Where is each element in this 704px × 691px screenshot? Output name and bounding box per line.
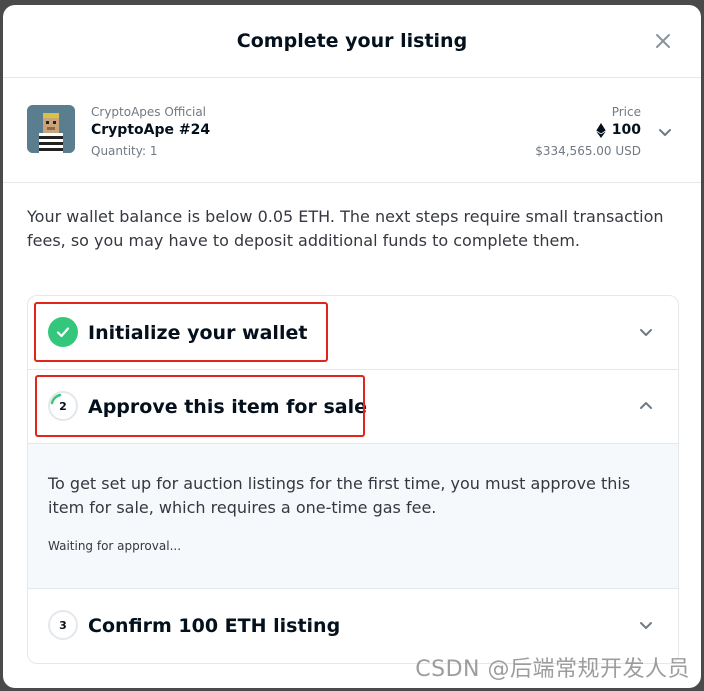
close-icon (656, 34, 670, 48)
collection-name[interactable]: CryptoApes Official (91, 105, 206, 119)
progress-spinner-icon (50, 393, 62, 405)
chevron-down-icon (659, 129, 671, 136)
item-quantity: Quantity: 1 (91, 144, 158, 158)
step-approve-item[interactable]: 2 Approve this item for sale (28, 370, 678, 444)
eth-icon (596, 122, 606, 138)
chevron-up-icon (640, 402, 652, 409)
chevron-down-icon (640, 329, 652, 336)
step-label: Confirm 100 ETH listing (88, 614, 341, 637)
listing-steps: Initialize your wallet 2 Approve this it… (27, 295, 679, 664)
step-complete-badge (48, 317, 78, 347)
item-summary: CryptoApes Official CryptoApe #24 Quanti… (3, 78, 701, 183)
watermark: CSDN @后端常规开发人员 (415, 657, 690, 682)
chevron-down-icon (640, 622, 652, 629)
wallet-balance-notice: Your wallet balance is below 0.05 ETH. T… (27, 207, 664, 250)
step-number-badge: 3 (48, 610, 78, 640)
step-initialize-wallet[interactable]: Initialize your wallet (28, 296, 678, 370)
modal-header: Complete your listing (3, 5, 701, 78)
ape-avatar-icon (27, 105, 75, 153)
step-number: 3 (59, 618, 67, 632)
price-value: 100 (596, 122, 641, 138)
price-usd: $334,565.00 USD (535, 144, 641, 158)
price-label: Price (611, 105, 641, 119)
close-button[interactable] (651, 29, 675, 53)
listing-modal: Complete your listing CryptoApes Officia… (3, 5, 701, 688)
step-approve-details: To get set up for auction listings for t… (28, 444, 678, 589)
check-icon (56, 327, 70, 338)
price-amount: 100 (611, 122, 641, 138)
step-label: Approve this item for sale (88, 395, 367, 418)
step-label: Initialize your wallet (88, 321, 308, 344)
price-expand-button[interactable] (657, 124, 673, 140)
item-name: CryptoApe #24 (91, 122, 211, 138)
step-description: To get set up for auction listings for t… (48, 474, 631, 517)
step-status-text: Waiting for approval... (48, 539, 182, 553)
modal-title: Complete your listing (236, 30, 468, 52)
step-number-badge: 2 (48, 391, 78, 421)
